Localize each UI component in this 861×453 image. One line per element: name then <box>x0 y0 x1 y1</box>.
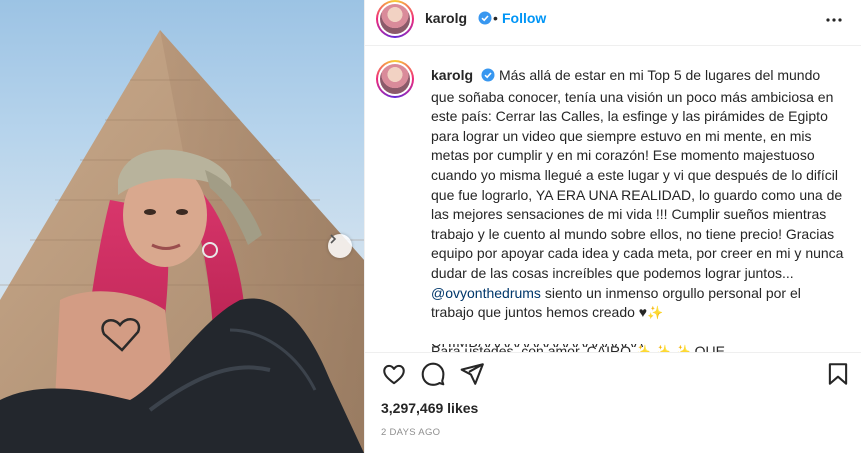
avatar[interactable] <box>376 0 414 38</box>
action-bar <box>365 352 861 392</box>
caption-area: karolg Más allá de estar en mi Top 5 de l… <box>365 47 861 352</box>
post-photo <box>0 0 364 453</box>
caption-cut-line: CHIMBAAAAAAAAAAAAAAAAA UFFFFFFFFFFFF!!!!… <box>431 344 791 352</box>
heart-icon[interactable] <box>381 361 407 387</box>
caption-body: Más allá de estar en mi Top 5 de lugares… <box>431 67 844 281</box>
carousel-next-button[interactable] <box>328 234 352 258</box>
verified-badge-icon <box>481 68 495 88</box>
separator-dot: • <box>493 10 498 26</box>
likes-count[interactable]: 3,297,469 likes <box>381 400 478 416</box>
caption-username[interactable]: karolg <box>431 67 473 83</box>
caption-text: karolg Más allá de estar en mi Top 5 de l… <box>431 66 847 352</box>
paper-plane-icon[interactable] <box>459 361 485 387</box>
bookmark-icon[interactable] <box>825 361 851 387</box>
caption-mention-link[interactable]: @ovyonthedrums <box>431 285 541 301</box>
verified-badge-icon <box>478 11 492 30</box>
caption-avatar[interactable] <box>376 60 414 98</box>
photo-illustration <box>0 30 364 453</box>
post-timestamp[interactable]: 2 DAYS AGO <box>381 427 440 438</box>
post-header: karolg • Follow <box>365 0 861 46</box>
more-options-icon[interactable] <box>824 10 844 30</box>
post-panel: karolg • Follow karolg Más allá de estar … <box>364 0 861 453</box>
sparkle-emoji: ✨ <box>647 305 664 321</box>
comment-icon[interactable] <box>420 361 446 387</box>
follow-button[interactable]: Follow <box>502 10 546 26</box>
post-username[interactable]: karolg <box>425 10 467 26</box>
